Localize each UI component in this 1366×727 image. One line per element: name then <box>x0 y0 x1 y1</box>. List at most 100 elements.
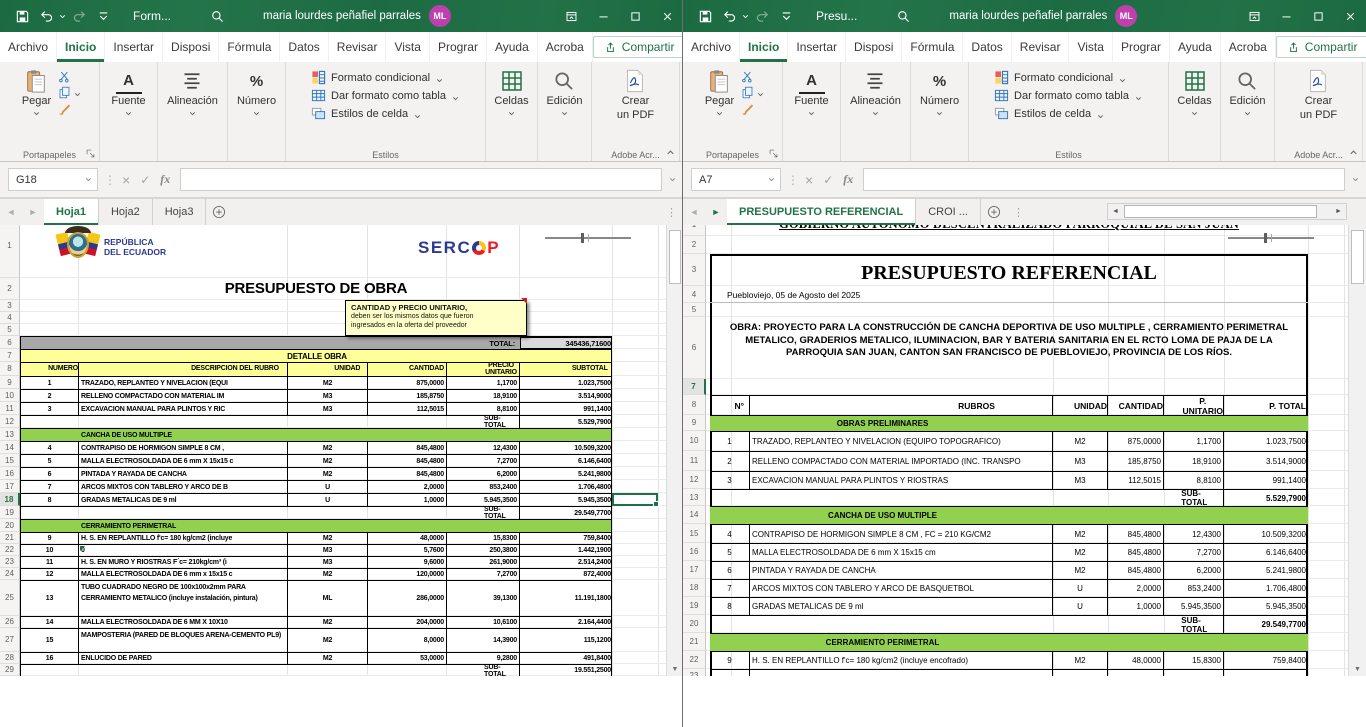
item-quantity[interactable]: 875,0000 <box>1108 432 1164 451</box>
row-header-23[interactable]: 23 <box>0 556 20 568</box>
row-header-17[interactable]: 17 <box>0 480 20 493</box>
item-unit-price[interactable]: 15,8300 <box>1164 652 1224 669</box>
item-unit[interactable]: M3 <box>1053 452 1108 471</box>
sheet-nav-right-icon[interactable]: ► <box>22 199 44 225</box>
item-description[interactable]: CONTRAPISO DE HORMIGON SIMPLE 8 CM , FC … <box>750 525 1053 543</box>
item-description[interactable] <box>750 670 1053 676</box>
column-header-cell[interactable]: DESCRIPCION DEL RUBRO <box>79 363 288 376</box>
item-quantity[interactable]: 5,7600 <box>368 545 447 556</box>
scroll-right-icon[interactable]: ► <box>1331 208 1346 215</box>
item-description[interactable]: PINTADA Y RAYADA DE CANCHA <box>750 562 1053 579</box>
formula-input[interactable] <box>180 168 662 191</box>
item-unit[interactable]: M2 <box>288 442 368 454</box>
item-unit[interactable]: M2 <box>288 629 368 652</box>
item-quantity[interactable]: 845,4800 <box>368 442 447 454</box>
menu-tab-prograr[interactable]: Prograr <box>1113 32 1170 62</box>
item-number[interactable]: 8 <box>710 598 750 615</box>
add-sheet-icon[interactable] <box>981 199 1007 225</box>
item-total[interactable]: 5.241,9800 <box>520 468 611 480</box>
item-unit-price[interactable]: 1,1700 <box>447 377 520 389</box>
item-quantity[interactable]: 53,0000 <box>368 653 447 664</box>
column-header-cell[interactable]: UNIDAD <box>1053 396 1108 415</box>
vertical-scrollbar[interactable]: ▲▼ <box>666 214 683 676</box>
item-total[interactable]: 5.945,3500 <box>520 494 611 506</box>
item-unit-price[interactable]: 18,9100 <box>447 390 520 402</box>
menu-tab-acroba[interactable]: Acroba <box>1221 32 1276 62</box>
cells-button[interactable]: Celdas <box>1172 67 1216 119</box>
item-number[interactable]: 5 <box>710 544 750 561</box>
item-description[interactable]: TUBO CUADRADO NEGRO DE 100x100x2mm PARA … <box>79 581 288 616</box>
user-avatar[interactable]: ML <box>1115 5 1137 27</box>
row-header-19[interactable]: 19 <box>683 597 706 615</box>
subtotal-value[interactable]: 5.529,7900 <box>520 416 611 428</box>
row-header-2[interactable]: 2 <box>683 236 706 254</box>
item-description[interactable]: EXCAVACION MANUAL PARA PLINTOS Y RIC <box>79 403 288 415</box>
row-header-13[interactable]: 13 <box>0 428 20 441</box>
cut-button[interactable] <box>58 70 82 83</box>
item-description[interactable]: MALLA ELECTROSOLDADA DE 6 MM X 10X10 <box>79 617 288 628</box>
section-label[interactable]: CANCHA DE USO MULTIPLE <box>21 429 611 441</box>
sheet-tab-hoja1[interactable]: Hoja1 <box>44 199 99 225</box>
menu-tab-ayuda[interactable]: Ayuda <box>487 32 538 62</box>
row-header-17[interactable]: 17 <box>683 561 706 579</box>
item-description[interactable]: ARCOS MIXTOS CON TABLERO Y ARCO DE BASQU… <box>750 580 1053 597</box>
subtotal-label[interactable]: SUB-TOTAL <box>21 665 520 676</box>
sheet-nav-left-icon[interactable]: ◄ <box>0 199 22 225</box>
item-unit[interactable]: M2 <box>288 377 368 389</box>
subtotal-label[interactable]: SUB-TOTAL <box>710 616 1224 633</box>
item-quantity[interactable]: 48,0000 <box>368 533 447 544</box>
item-number[interactable]: 15 <box>21 629 79 652</box>
add-sheet-icon[interactable] <box>206 199 232 225</box>
conditional-formatting-button[interactable]: Formato condicional <box>994 70 1143 85</box>
formula-input[interactable] <box>863 168 1345 191</box>
scrollbar-thumb[interactable] <box>1351 230 1364 284</box>
row-header-13[interactable]: 13 <box>683 489 706 506</box>
format-as-table-button[interactable]: Dar formato como tabla <box>311 88 460 103</box>
subtotal-label[interactable]: SUB-TOTAL <box>21 416 520 428</box>
column-header-cell[interactable]: UNIDAD <box>288 363 368 376</box>
cancel-icon[interactable]: × <box>805 172 813 188</box>
paste-button[interactable]: Pegar <box>17 67 56 119</box>
item-total[interactable]: 1.706,4800 <box>520 481 611 493</box>
item-quantity[interactable]: 48,0000 <box>1108 652 1164 669</box>
section-label[interactable]: CANCHA DE USO MULTIPLE <box>710 507 1053 524</box>
menu-tab-datos[interactable]: Datos <box>963 32 1011 62</box>
menu-tab-vista[interactable]: Vista <box>386 32 429 62</box>
ribbon-display-options-icon[interactable] <box>555 0 587 32</box>
format-painter-button[interactable] <box>741 102 765 115</box>
cell-styles-button[interactable]: Estilos de celda <box>311 106 460 121</box>
item-unit-price[interactable]: 14,3900 <box>447 629 520 652</box>
collapse-ribbon-icon[interactable] <box>665 147 679 159</box>
item-unit-price[interactable]: 1,1700 <box>1164 432 1224 451</box>
copy-button[interactable] <box>741 86 765 99</box>
insert-function-icon[interactable]: fx <box>843 172 853 187</box>
item-unit[interactable] <box>1053 670 1108 676</box>
item-unit-price[interactable]: 7,2700 <box>447 455 520 467</box>
column-header-cell[interactable]: PRECIO UNITARIO <box>447 363 520 376</box>
menu-tab-revisar[interactable]: Revisar <box>329 32 387 62</box>
minimize-icon[interactable] <box>1270 0 1302 32</box>
format-as-table-button[interactable]: Dar formato como tabla <box>994 88 1143 103</box>
name-box[interactable]: G18 <box>8 168 98 191</box>
row-header-14[interactable]: 14 <box>0 441 20 454</box>
menu-tab-vista[interactable]: Vista <box>1069 32 1112 62</box>
row-header-11[interactable]: 11 <box>683 451 706 471</box>
cell-styles-button[interactable]: Estilos de celda <box>994 106 1143 121</box>
item-number[interactable]: 2 <box>710 452 750 471</box>
enter-icon[interactable]: ✓ <box>140 173 150 187</box>
item-quantity[interactable]: 204,0000 <box>368 617 447 628</box>
row-header-8[interactable]: 8 <box>0 362 20 376</box>
subtotal-value[interactable]: 29.549,7700 <box>1224 616 1308 633</box>
item-number[interactable]: 13 <box>21 581 79 616</box>
share-button[interactable]: Compartir <box>593 36 683 58</box>
item-quantity[interactable]: 1,0000 <box>1108 598 1164 615</box>
item-unit-price[interactable]: 8,8100 <box>447 403 520 415</box>
item-unit-price[interactable]: 10,6100 <box>447 617 520 628</box>
undo-button[interactable] <box>717 4 741 28</box>
item-unit[interactable]: M3 <box>288 545 368 556</box>
item-total[interactable]: 6.146,6400 <box>520 455 611 467</box>
user-avatar[interactable]: ML <box>429 5 451 27</box>
redo-button[interactable] <box>67 4 91 28</box>
tab-bar-handle[interactable]: ⋮ <box>1007 199 1030 225</box>
item-quantity[interactable]: 185,8750 <box>1108 452 1164 471</box>
